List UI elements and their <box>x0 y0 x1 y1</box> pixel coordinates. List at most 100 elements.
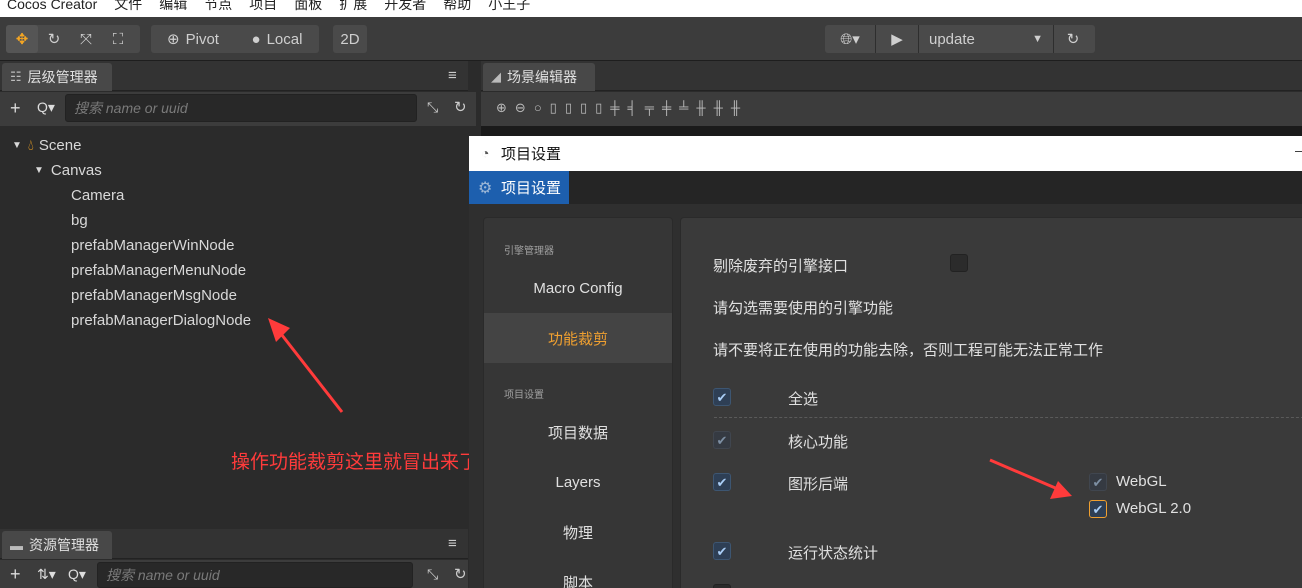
align-icon[interactable]: ╪ <box>662 100 671 116</box>
core-checkbox: ✔ <box>713 431 731 449</box>
align-icon[interactable]: ╧ <box>679 100 688 116</box>
select-all-label: 全选 <box>788 391 819 408</box>
choose-features-text: 请勾选需要使用的引擎功能 <box>713 300 894 317</box>
menu-developer[interactable]: 开发者 <box>384 0 426 13</box>
scene-viewport[interactable] <box>481 126 1302 136</box>
pivot-button[interactable]: ⊕ Pivot <box>151 25 235 53</box>
next-feature-checkbox[interactable] <box>713 584 731 588</box>
nav-item-layers[interactable]: Layers <box>484 457 672 507</box>
tab-project-settings-label: 项目设置 <box>501 180 562 197</box>
align-icon[interactable]: ▯ <box>550 100 557 116</box>
zoom-reset-icon[interactable]: ○ <box>534 100 542 116</box>
sort-button[interactable]: ⇅▾ <box>37 566 56 583</box>
tree-node-prefab-menu[interactable]: prefabManagerMenuNode <box>0 258 246 283</box>
tab-assets-label: 资源管理器 <box>29 537 99 553</box>
add-asset-button[interactable]: + <box>10 564 21 585</box>
zoom-in-icon[interactable]: ⊕ <box>496 100 507 116</box>
search-filter-button[interactable]: Q▾ <box>68 566 86 583</box>
platform-select[interactable]: update ▼ <box>919 25 1053 53</box>
assets-search-placeholder: 搜索 name or uuid <box>106 567 220 583</box>
add-node-button[interactable]: + <box>10 98 21 119</box>
tree-node-prefab-dialog[interactable]: prefabManagerDialogNode <box>0 308 251 333</box>
tree-node-camera[interactable]: Camera <box>0 183 124 208</box>
tree-node-canvas[interactable]: ▼ Canvas <box>0 158 102 183</box>
select-all-checkbox[interactable]: ✔ <box>713 388 731 406</box>
refresh-assets-button[interactable]: ↻ <box>454 565 467 583</box>
local-button[interactable]: ● Local <box>235 25 319 53</box>
panel-menu-icon[interactable]: ≡ <box>448 67 457 84</box>
menu-user[interactable]: 小王子 <box>488 0 530 13</box>
panel-menu-icon[interactable]: ≡ <box>448 535 457 552</box>
rotate-tool-button[interactable]: ↻ <box>38 25 70 53</box>
distribute-icon[interactable]: ╫ <box>696 100 705 116</box>
assets-search-input[interactable]: 搜索 name or uuid <box>97 562 413 588</box>
pivot-icon: ⊕ <box>167 31 180 48</box>
menu-project[interactable]: 项目 <box>249 0 277 13</box>
remove-deprecated-checkbox[interactable] <box>950 254 968 272</box>
align-icon[interactable]: ╡ <box>628 100 637 116</box>
zoom-out-icon[interactable]: ⊖ <box>515 100 526 116</box>
distribute-icon[interactable]: ╫ <box>714 100 723 116</box>
hierarchy-icon: ☷ <box>10 69 22 84</box>
nav-item-macro-config[interactable]: Macro Config <box>484 263 672 313</box>
refresh-button[interactable]: ↻ <box>1054 25 1092 53</box>
menu-file[interactable]: 文件 <box>114 0 142 13</box>
align-icon[interactable]: ╤ <box>645 100 654 116</box>
gear-icon: ⚙ <box>478 180 493 197</box>
cocos-creator-window: Cocos Creator 文件 编辑 节点 项目 面板 扩展 开发者 帮助 小… <box>0 0 1302 588</box>
annotation-text: 操作功能裁剪这里就冒出来了 <box>231 452 479 473</box>
dialog-tab-strip <box>469 171 1302 204</box>
tree-node-bg[interactable]: bg <box>0 208 88 233</box>
preview-platform-button[interactable]: 🌐︎▾ <box>825 25 875 53</box>
expand-arrow-icon[interactable]: ▼ <box>34 165 44 176</box>
transform-tools: ✥ ↻ ⤧ ⛶ <box>6 25 140 53</box>
menu-panel[interactable]: 面板 <box>294 0 322 13</box>
tree-node-scene[interactable]: ▼ 💧︎ Scene <box>0 133 81 158</box>
check-icon: ✔ <box>716 389 728 405</box>
check-icon: ✔ <box>716 474 728 490</box>
collapse-all-button[interactable]: ⤡ <box>427 99 438 116</box>
minimize-icon[interactable]: – <box>1295 142 1302 158</box>
align-icon[interactable]: ▯ <box>565 100 572 116</box>
align-icon[interactable]: ╪ <box>610 100 619 116</box>
scale-tool-button[interactable]: ⤧ <box>70 25 102 53</box>
menu-app-name[interactable]: Cocos Creator <box>7 0 97 13</box>
move-tool-button[interactable]: ✥ <box>6 25 38 53</box>
tree-node-prefab-win[interactable]: prefabManagerWinNode <box>0 233 234 258</box>
menu-help[interactable]: 帮助 <box>443 0 471 13</box>
expand-arrow-icon[interactable]: ▼ <box>12 140 22 151</box>
align-icon[interactable]: ▯ <box>595 100 602 116</box>
mode-2d-button[interactable]: 2D <box>333 25 367 53</box>
rotate-icon: ↻ <box>47 31 61 48</box>
play-button[interactable]: ▶ <box>876 25 918 53</box>
nav-item-project-data[interactable]: 项目数据 <box>484 407 672 457</box>
refresh-hierarchy-button[interactable]: ↻ <box>454 98 467 116</box>
pivot-label: Pivot <box>185 30 219 48</box>
search-filter-button[interactable]: Q▾ <box>37 99 55 116</box>
runtime-stats-checkbox[interactable]: ✔ <box>713 542 731 560</box>
tab-assets[interactable]: ▬ 资源管理器 <box>2 531 112 559</box>
nav-section-project: 项目设置 <box>504 390 544 401</box>
rect-tool-button[interactable]: ⛶ <box>102 25 134 53</box>
tab-project-settings[interactable]: ⚙ 项目设置 <box>469 171 569 204</box>
tree-node-label: Canvas <box>50 162 102 179</box>
align-icon[interactable]: ▯ <box>580 100 587 116</box>
runtime-stats-label: 运行状态统计 <box>788 545 879 562</box>
graphics-backend-checkbox[interactable]: ✔ <box>713 473 731 491</box>
hierarchy-search-input[interactable]: 搜索 name or uuid <box>65 94 417 122</box>
distribute-icon[interactable]: ╫ <box>731 100 740 116</box>
globe-icon: 🌐︎▾ <box>840 31 860 48</box>
nav-item-feature-crop[interactable]: 功能裁剪 <box>484 313 672 363</box>
mode-2d-group: 2D <box>333 25 367 53</box>
menu-extension[interactable]: 扩展 <box>339 0 367 13</box>
nav-item-script[interactable]: 脚本 <box>484 557 672 588</box>
nav-item-physics[interactable]: 物理 <box>484 507 672 557</box>
tab-hierarchy[interactable]: ☷ 层级管理器 <box>2 63 112 91</box>
tab-scene-editor[interactable]: ◢ 场景编辑器 <box>483 63 595 91</box>
menu-edit[interactable]: 编辑 <box>159 0 187 13</box>
webgl2-checkbox[interactable]: ✔ <box>1089 500 1107 518</box>
collapse-all-button[interactable]: ⤡ <box>427 566 438 583</box>
menu-node[interactable]: 节点 <box>204 0 232 13</box>
search-icon: Q▾ <box>68 566 86 582</box>
tree-node-prefab-msg[interactable]: prefabManagerMsgNode <box>0 283 237 308</box>
